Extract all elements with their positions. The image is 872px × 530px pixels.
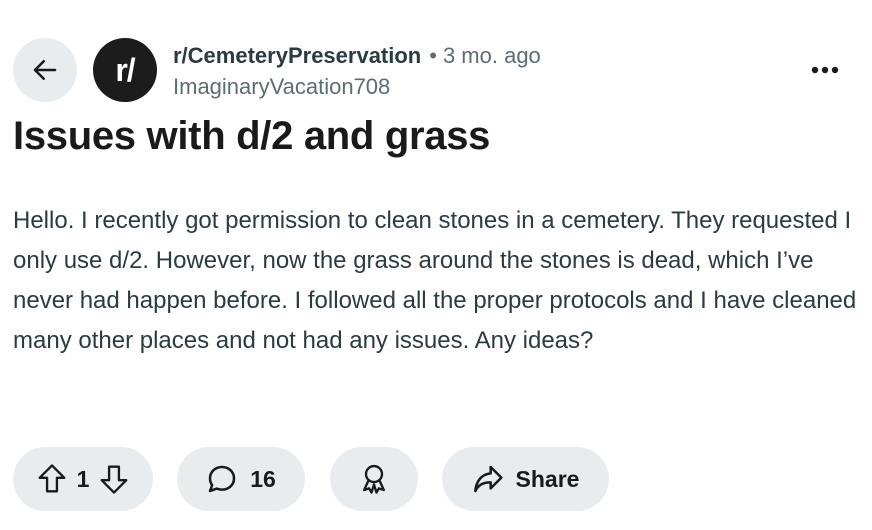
arrow-left-icon bbox=[33, 60, 57, 80]
downvote-button[interactable] bbox=[99, 463, 129, 495]
overflow-menu-button[interactable] bbox=[800, 52, 850, 88]
comment-count: 16 bbox=[250, 465, 276, 492]
post-title: Issues with d/2 and grass bbox=[13, 114, 491, 158]
more-horizontal-icon bbox=[811, 66, 839, 74]
upvote-button[interactable] bbox=[37, 463, 67, 495]
downvote-arrow-icon bbox=[100, 465, 128, 494]
post-meta: r/CemeteryPreservation • 3 mo. ago bbox=[173, 42, 541, 70]
comments-button[interactable]: 16 bbox=[177, 447, 305, 511]
speech-bubble-icon bbox=[206, 463, 238, 495]
community-avatar-text: r/ bbox=[115, 51, 135, 88]
upvote-arrow-icon bbox=[38, 464, 66, 493]
back-button[interactable] bbox=[13, 38, 77, 102]
share-label: Share bbox=[515, 465, 580, 492]
community-avatar[interactable]: r/ bbox=[93, 38, 157, 102]
award-button[interactable] bbox=[330, 447, 418, 511]
vote-count: 1 bbox=[76, 465, 90, 492]
award-ribbon-icon bbox=[362, 464, 386, 494]
meta-separator: • bbox=[429, 43, 437, 68]
post-age: 3 mo. ago bbox=[442, 43, 541, 68]
post-body: Hello. I recently got permission to clea… bbox=[13, 207, 857, 354]
vote-control: 1 bbox=[13, 447, 153, 511]
subreddit-link[interactable]: r/CemeteryPreservation bbox=[173, 43, 421, 69]
share-button[interactable]: Share bbox=[442, 447, 609, 511]
share-arrow-icon bbox=[472, 464, 504, 494]
author-link[interactable]: ImaginaryVacation708 bbox=[173, 74, 390, 100]
